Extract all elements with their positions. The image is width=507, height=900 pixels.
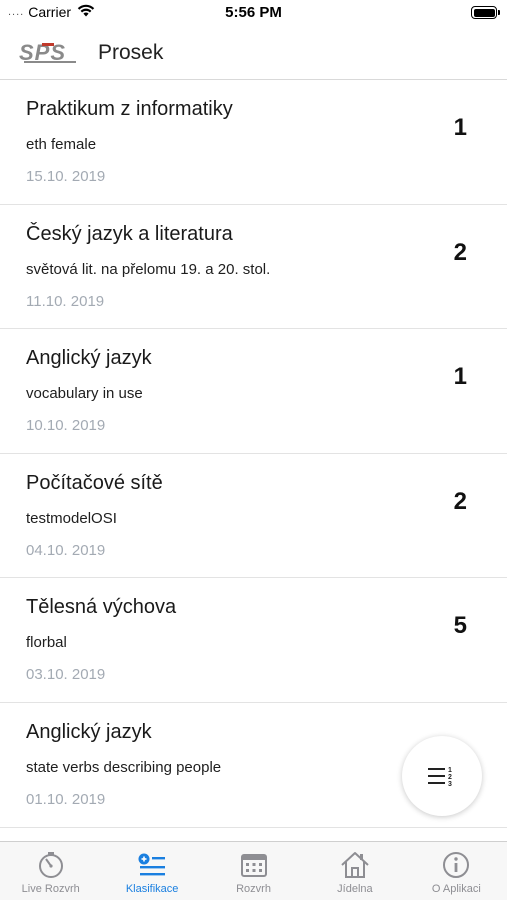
grade-topic: florbal (26, 634, 67, 652)
tab-rozvrh[interactable]: Rozvrh (203, 842, 304, 900)
clock: 5:56 PM (225, 4, 282, 21)
grade-topic: testmodelOSI (26, 509, 117, 527)
grade-subject: Anglický jazyk (26, 347, 152, 370)
tab-bar: Live Rozvrh Klasifikace Rozvrh Jídelna O… (0, 841, 507, 900)
grade-row[interactable]: Praktikum z informatiky eth female 15.10… (0, 80, 507, 205)
grade-value: 2 (453, 487, 467, 515)
grade-date: 04.10. 2019 (26, 541, 106, 559)
grades-list-icon (137, 850, 167, 880)
tab-label: O Aplikaci (431, 883, 481, 895)
grade-row[interactable]: Anglický jazyk vocabulary in use 10.10. … (0, 329, 507, 454)
grade-row[interactable]: Český jazyk a literatura světová lit. na… (0, 205, 507, 330)
grade-topic: eth female (26, 136, 97, 153)
tab-klasifikace[interactable]: Klasifikace (101, 842, 202, 900)
sps-logo: SPS (18, 40, 82, 66)
grade-date: 11.10. 2019 (26, 292, 105, 310)
nav-bar: SPS Prosek (0, 26, 507, 80)
grade-topic: světová lit. na přelomu 19. a 20. stol. (26, 260, 271, 278)
grade-date: 03.10. 2019 (26, 666, 106, 684)
grade-row[interactable]: Počítačové sítě testmodelOSI 04.10. 2019… (0, 454, 507, 579)
grade-row[interactable]: Tělesná výchova florbal 03.10. 2019 5 (0, 578, 507, 703)
stopwatch-icon (36, 850, 66, 880)
sort-button[interactable]: 1 2 3 (402, 736, 482, 816)
grade-topic: state verbs describing people (26, 758, 222, 776)
grade-subject: Český jazyk a literatura (26, 222, 233, 245)
sort-numbered-list-icon: 1 2 3 (428, 767, 452, 788)
tab-o-aplikaci[interactable]: O Aplikaci (406, 842, 507, 900)
tab-label: Live Rozvrh (21, 883, 80, 895)
grade-topic: vocabulary in use (26, 385, 143, 403)
tab-label: Jídelna (337, 883, 373, 895)
house-icon (340, 850, 370, 880)
grade-subject: Praktikum z informatiky (26, 98, 233, 120)
grade-value: 2 (453, 238, 467, 266)
grade-date: 01.10. 2019 (26, 790, 106, 808)
calendar-icon (239, 850, 269, 880)
grade-subject: Anglický jazyk (26, 720, 152, 743)
grade-date: 10.10. 2019 (26, 417, 106, 435)
grade-value: 1 (453, 363, 467, 391)
tab-jidelna[interactable]: Jídelna (304, 842, 405, 900)
tab-live-rozvrh[interactable]: Live Rozvrh (0, 842, 101, 900)
status-bar: .... Carrier 5:56 PM (0, 0, 507, 26)
svg-text:3: 3 (448, 781, 452, 788)
battery-icon (471, 6, 500, 19)
grade-value: 1 (453, 114, 467, 141)
tab-label: Klasifikace (125, 883, 179, 895)
page-title: Prosek (98, 40, 164, 64)
svg-text:2: 2 (448, 774, 452, 781)
grade-subject: Tělesná výchova (26, 596, 177, 619)
grade-date: 15.10. 2019 (26, 168, 106, 185)
tab-label: Rozvrh (236, 883, 271, 895)
grade-subject: Počítačové sítě (26, 471, 163, 494)
svg-text:1: 1 (448, 767, 452, 774)
grade-value: 5 (453, 612, 467, 640)
grades-list[interactable]: Praktikum z informatiky eth female 15.10… (0, 80, 507, 841)
info-icon (441, 850, 471, 880)
